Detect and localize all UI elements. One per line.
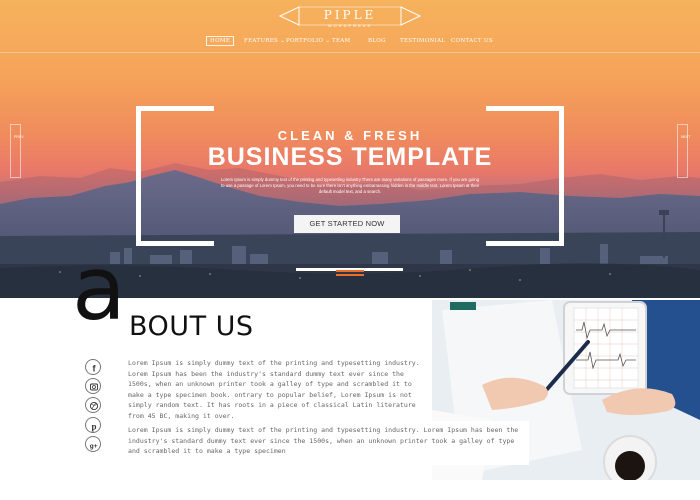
- nav-item-label: PORTFOLIO: [286, 38, 324, 44]
- svg-text:f: f: [93, 364, 97, 374]
- slider-indicator-accent: [336, 274, 364, 276]
- frame-right-bracket: [486, 106, 564, 246]
- svg-text:g+: g+: [90, 443, 98, 450]
- nav-item-label: FEATURES: [244, 38, 279, 44]
- about-title: BOUT US: [129, 311, 254, 342]
- brand-logo[interactable]: PIPLE WORDPRESS: [0, 5, 700, 31]
- dribbble-icon[interactable]: [85, 397, 101, 413]
- hero-description: Lorem Ipsum is simply dummy text of the …: [220, 177, 480, 194]
- nav-item-blog[interactable]: BLOG: [365, 36, 389, 46]
- nav-item-testimonial[interactable]: TESTIMONIAL: [397, 36, 448, 46]
- google-plus-icon[interactable]: g+: [85, 436, 101, 452]
- main-nav: HOME FEATURES ⌄ PORTFOLIO ⌄ TEAM BLOG TE…: [0, 36, 700, 50]
- hero-subtitle: CLEAN & FRESH: [277, 128, 423, 143]
- brand-name: PIPLE: [323, 8, 377, 22]
- slider-indicator-accent: [336, 270, 364, 272]
- get-started-button[interactable]: GET STARTED NOW: [294, 215, 400, 233]
- about-paragraph-2: Lorem Ipsum is simply dummy text of the …: [128, 426, 519, 456]
- pinterest-icon[interactable]: p: [85, 417, 101, 433]
- hero-title: BUSINESS TEMPLATE: [207, 143, 493, 171]
- facebook-icon[interactable]: f: [85, 359, 101, 375]
- instagram-icon[interactable]: [85, 378, 101, 394]
- nav-divider: [0, 52, 700, 53]
- about-paragraph-1: Lorem Ipsum is simply dummy text of the …: [128, 359, 420, 420]
- svg-text:p: p: [91, 422, 96, 432]
- nav-item-portfolio[interactable]: PORTFOLIO ⌄: [283, 36, 333, 46]
- nav-item-features[interactable]: FEATURES ⌄: [241, 36, 288, 46]
- frame-left-bracket: [136, 106, 214, 246]
- nav-item-team[interactable]: TEAM: [329, 36, 354, 46]
- brand-tagline: WORDPRESS: [327, 23, 373, 28]
- nav-item-home[interactable]: HOME: [206, 36, 235, 46]
- nav-item-contact-us[interactable]: CONTACT US: [448, 36, 496, 46]
- about-big-letter: a: [72, 237, 126, 340]
